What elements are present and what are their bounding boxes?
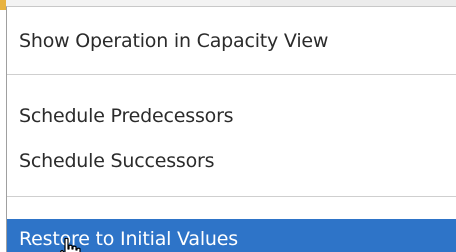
menu-item-label: Restore to Initial Values — [19, 228, 238, 250]
menu-item-schedule-predecessors[interactable]: Schedule Predecessors — [7, 92, 456, 140]
menu-separator — [7, 74, 456, 75]
screen: Show Operation in Capacity View Schedule… — [0, 0, 456, 252]
menu-item-label: Schedule Successors — [19, 150, 215, 172]
menu-item-label: Schedule Predecessors — [19, 105, 234, 127]
menu-item-schedule-successors[interactable]: Schedule Successors — [7, 137, 456, 185]
context-menu: Show Operation in Capacity View Schedule… — [6, 6, 456, 252]
hand-pointer-icon — [60, 238, 81, 252]
menu-item-show-operation-in-capacity-view[interactable]: Show Operation in Capacity View — [7, 17, 456, 65]
menu-item-label: Show Operation in Capacity View — [19, 30, 329, 52]
menu-separator — [7, 196, 456, 197]
